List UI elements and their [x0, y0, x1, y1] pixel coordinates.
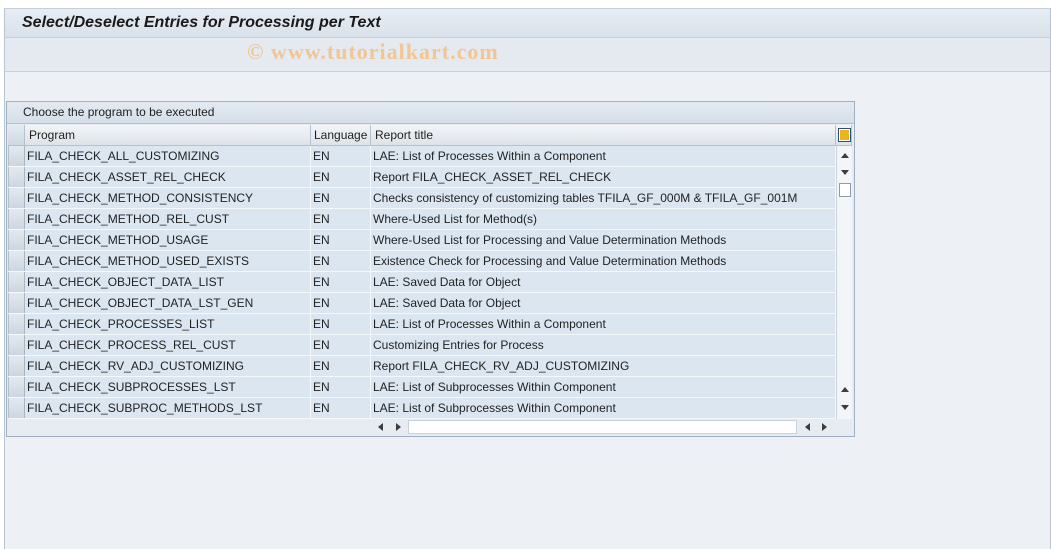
cell-report-title[interactable]: Checks consistency of customizing tables… — [371, 188, 836, 208]
table-header-row: Program Language Report title — [8, 125, 852, 146]
table-row[interactable]: FILA_CHECK_ALL_CUSTOMIZING EN LAE: List of… — [8, 146, 836, 167]
cell-report-title[interactable]: Where-Used List for Method(s) — [371, 209, 836, 229]
table-row[interactable]: FILA_CHECK_RV_ADJ_CUSTOMIZING EN Report FI… — [8, 356, 836, 377]
cell-language[interactable]: EN — [311, 356, 371, 376]
cell-report-title[interactable]: Report FILA_CHECK_ASSET_REL_CHECK — [371, 167, 836, 187]
cell-report-title[interactable]: Existence Check for Processing and Value… — [371, 251, 836, 271]
cell-language[interactable]: EN — [311, 314, 371, 334]
table-row[interactable]: FILA_CHECK_OBJECT_DATA_LIST EN LAE: Saved … — [8, 272, 836, 293]
column-header-language[interactable]: Language — [311, 125, 371, 146]
arrow-up-icon — [841, 386, 849, 392]
scroll-thumb[interactable] — [839, 183, 851, 197]
cell-program[interactable]: FILA_CHECK_RV_ADJ_CUSTOMIZING — [25, 356, 311, 376]
select-all-button[interactable] — [8, 125, 25, 146]
scroll-right-fixed-button[interactable] — [392, 420, 404, 434]
cell-program[interactable]: FILA_CHECK_METHOD_CONSISTENCY — [25, 188, 311, 208]
cell-program[interactable]: FILA_CHECK_PROCESS_REL_CUST — [25, 335, 311, 355]
arrow-right-icon — [395, 423, 401, 431]
column-settings-icon — [838, 128, 851, 142]
arrow-down-icon — [841, 404, 849, 410]
cell-language[interactable]: EN — [311, 146, 371, 166]
cell-program[interactable]: FILA_CHECK_ASSET_REL_CHECK — [25, 167, 311, 187]
program-selection-table: Choose the program to be executed Progra… — [6, 101, 855, 437]
cell-report-title[interactable]: LAE: List of Processes Within a Componen… — [371, 146, 836, 166]
cell-program[interactable]: FILA_CHECK_METHOD_REL_CUST — [25, 209, 311, 229]
row-selector-button[interactable] — [8, 230, 25, 250]
cell-language[interactable]: EN — [311, 167, 371, 187]
table-row[interactable]: FILA_CHECK_PROCESSES_LIST EN LAE: List of … — [8, 314, 836, 335]
scroll-right-button[interactable] — [818, 420, 830, 434]
cell-program[interactable]: FILA_CHECK_OBJECT_DATA_LST_GEN — [25, 293, 311, 313]
cell-report-title[interactable]: Where-Used List for Processing and Value… — [371, 230, 836, 250]
table-row[interactable]: FILA_CHECK_METHOD_USAGE EN Where-Used List… — [8, 230, 836, 251]
arrow-left-icon — [377, 423, 383, 431]
row-selector-button[interactable] — [8, 146, 25, 166]
table-row[interactable]: FILA_CHECK_PROCESS_REL_CUST EN Customizing… — [8, 335, 836, 356]
arrow-down-icon — [841, 169, 849, 175]
row-selector-button[interactable] — [8, 398, 25, 418]
row-selector-button[interactable] — [8, 356, 25, 376]
column-settings-button[interactable] — [836, 125, 852, 146]
table-row[interactable]: FILA_CHECK_SUBPROCESSES_LST EN LAE: List o… — [8, 377, 836, 398]
scroll-page-up-button[interactable] — [838, 148, 852, 162]
table-row[interactable]: FILA_CHECK_METHOD_USED_EXISTS EN Existence… — [8, 251, 836, 272]
cell-report-title[interactable]: LAE: List of Processes Within a Componen… — [371, 314, 836, 334]
scroll-left-button[interactable] — [801, 420, 813, 434]
cell-report-title[interactable]: LAE: Saved Data for Object — [371, 272, 836, 292]
cell-program[interactable]: FILA_CHECK_OBJECT_DATA_LIST — [25, 272, 311, 292]
cell-program[interactable]: FILA_CHECK_PROCESSES_LIST — [25, 314, 311, 334]
column-header-program[interactable]: Program — [25, 125, 311, 146]
cell-program[interactable]: FILA_CHECK_SUBPROCESSES_LST — [25, 377, 311, 397]
scroll-up-button[interactable] — [838, 382, 852, 396]
row-selector-button[interactable] — [8, 377, 25, 397]
table-row[interactable]: FILA_CHECK_OBJECT_DATA_LST_GEN EN LAE: Sav… — [8, 293, 836, 314]
cell-report-title[interactable]: LAE: List of Subprocesses Within Compone… — [371, 377, 836, 397]
row-selector-button[interactable] — [8, 167, 25, 187]
arrow-left-icon — [804, 423, 810, 431]
horizontal-scrollbar[interactable] — [7, 419, 854, 435]
cell-language[interactable]: EN — [311, 293, 371, 313]
arrow-up-icon — [841, 152, 849, 158]
row-selector-button[interactable] — [8, 314, 25, 334]
page-title: Select/Deselect Entries for Processing p… — [22, 14, 381, 31]
table-row[interactable]: FILA_CHECK_ASSET_REL_CHECK EN Report FILA_… — [8, 167, 836, 188]
cell-language[interactable]: EN — [311, 398, 371, 418]
table-row[interactable]: FILA_CHECK_METHOD_REL_CUST EN Where-Used L… — [8, 209, 836, 230]
watermark: © www.tutorialkart.com — [247, 39, 499, 64]
table-caption: Choose the program to be executed — [7, 102, 854, 124]
row-selector-button[interactable] — [8, 251, 25, 271]
vertical-scrollbar[interactable] — [836, 146, 852, 419]
cell-program[interactable]: FILA_CHECK_METHOD_USED_EXISTS — [25, 251, 311, 271]
cell-language[interactable]: EN — [311, 377, 371, 397]
cell-language[interactable]: EN — [311, 230, 371, 250]
cell-language[interactable]: EN — [311, 335, 371, 355]
table-row[interactable]: FILA_CHECK_SUBPROC_METHODS_LST EN LAE: Lis… — [8, 398, 836, 419]
row-selector-button[interactable] — [8, 188, 25, 208]
cell-language[interactable]: EN — [311, 188, 371, 208]
cell-report-title[interactable]: LAE: List of Subprocesses Within Compone… — [371, 398, 836, 418]
cell-report-title[interactable]: Customizing Entries for Process — [371, 335, 836, 355]
cell-report-title[interactable]: LAE: Saved Data for Object — [371, 293, 836, 313]
cell-program[interactable]: FILA_CHECK_SUBPROC_METHODS_LST — [25, 398, 311, 418]
cell-language[interactable]: EN — [311, 272, 371, 292]
table-row[interactable]: FILA_CHECK_METHOD_CONSISTENCY EN Checks co… — [8, 188, 836, 209]
row-selector-button[interactable] — [8, 335, 25, 355]
table-body: FILA_CHECK_ALL_CUSTOMIZING EN LAE: List of… — [7, 146, 836, 419]
horizontal-scroll-track[interactable] — [408, 420, 797, 434]
cell-program[interactable]: FILA_CHECK_ALL_CUSTOMIZING — [25, 146, 311, 166]
cell-program[interactable]: FILA_CHECK_METHOD_USAGE — [25, 230, 311, 250]
cell-language[interactable]: EN — [311, 209, 371, 229]
scroll-left-fixed-button[interactable] — [374, 420, 386, 434]
cell-report-title[interactable]: Report FILA_CHECK_RV_ADJ_CUSTOMIZING — [371, 356, 836, 376]
application-toolbar — [5, 38, 1050, 72]
scroll-down-button[interactable] — [838, 400, 852, 414]
row-selector-button[interactable] — [8, 209, 25, 229]
row-selector-button[interactable] — [8, 293, 25, 313]
title-bar: Select/Deselect Entries for Processing p… — [5, 8, 1050, 38]
row-selector-button[interactable] — [8, 272, 25, 292]
cell-language[interactable]: EN — [311, 251, 371, 271]
column-header-report-title[interactable]: Report title — [371, 125, 836, 146]
arrow-right-icon — [821, 423, 827, 431]
scroll-page-down-button[interactable] — [838, 165, 852, 179]
